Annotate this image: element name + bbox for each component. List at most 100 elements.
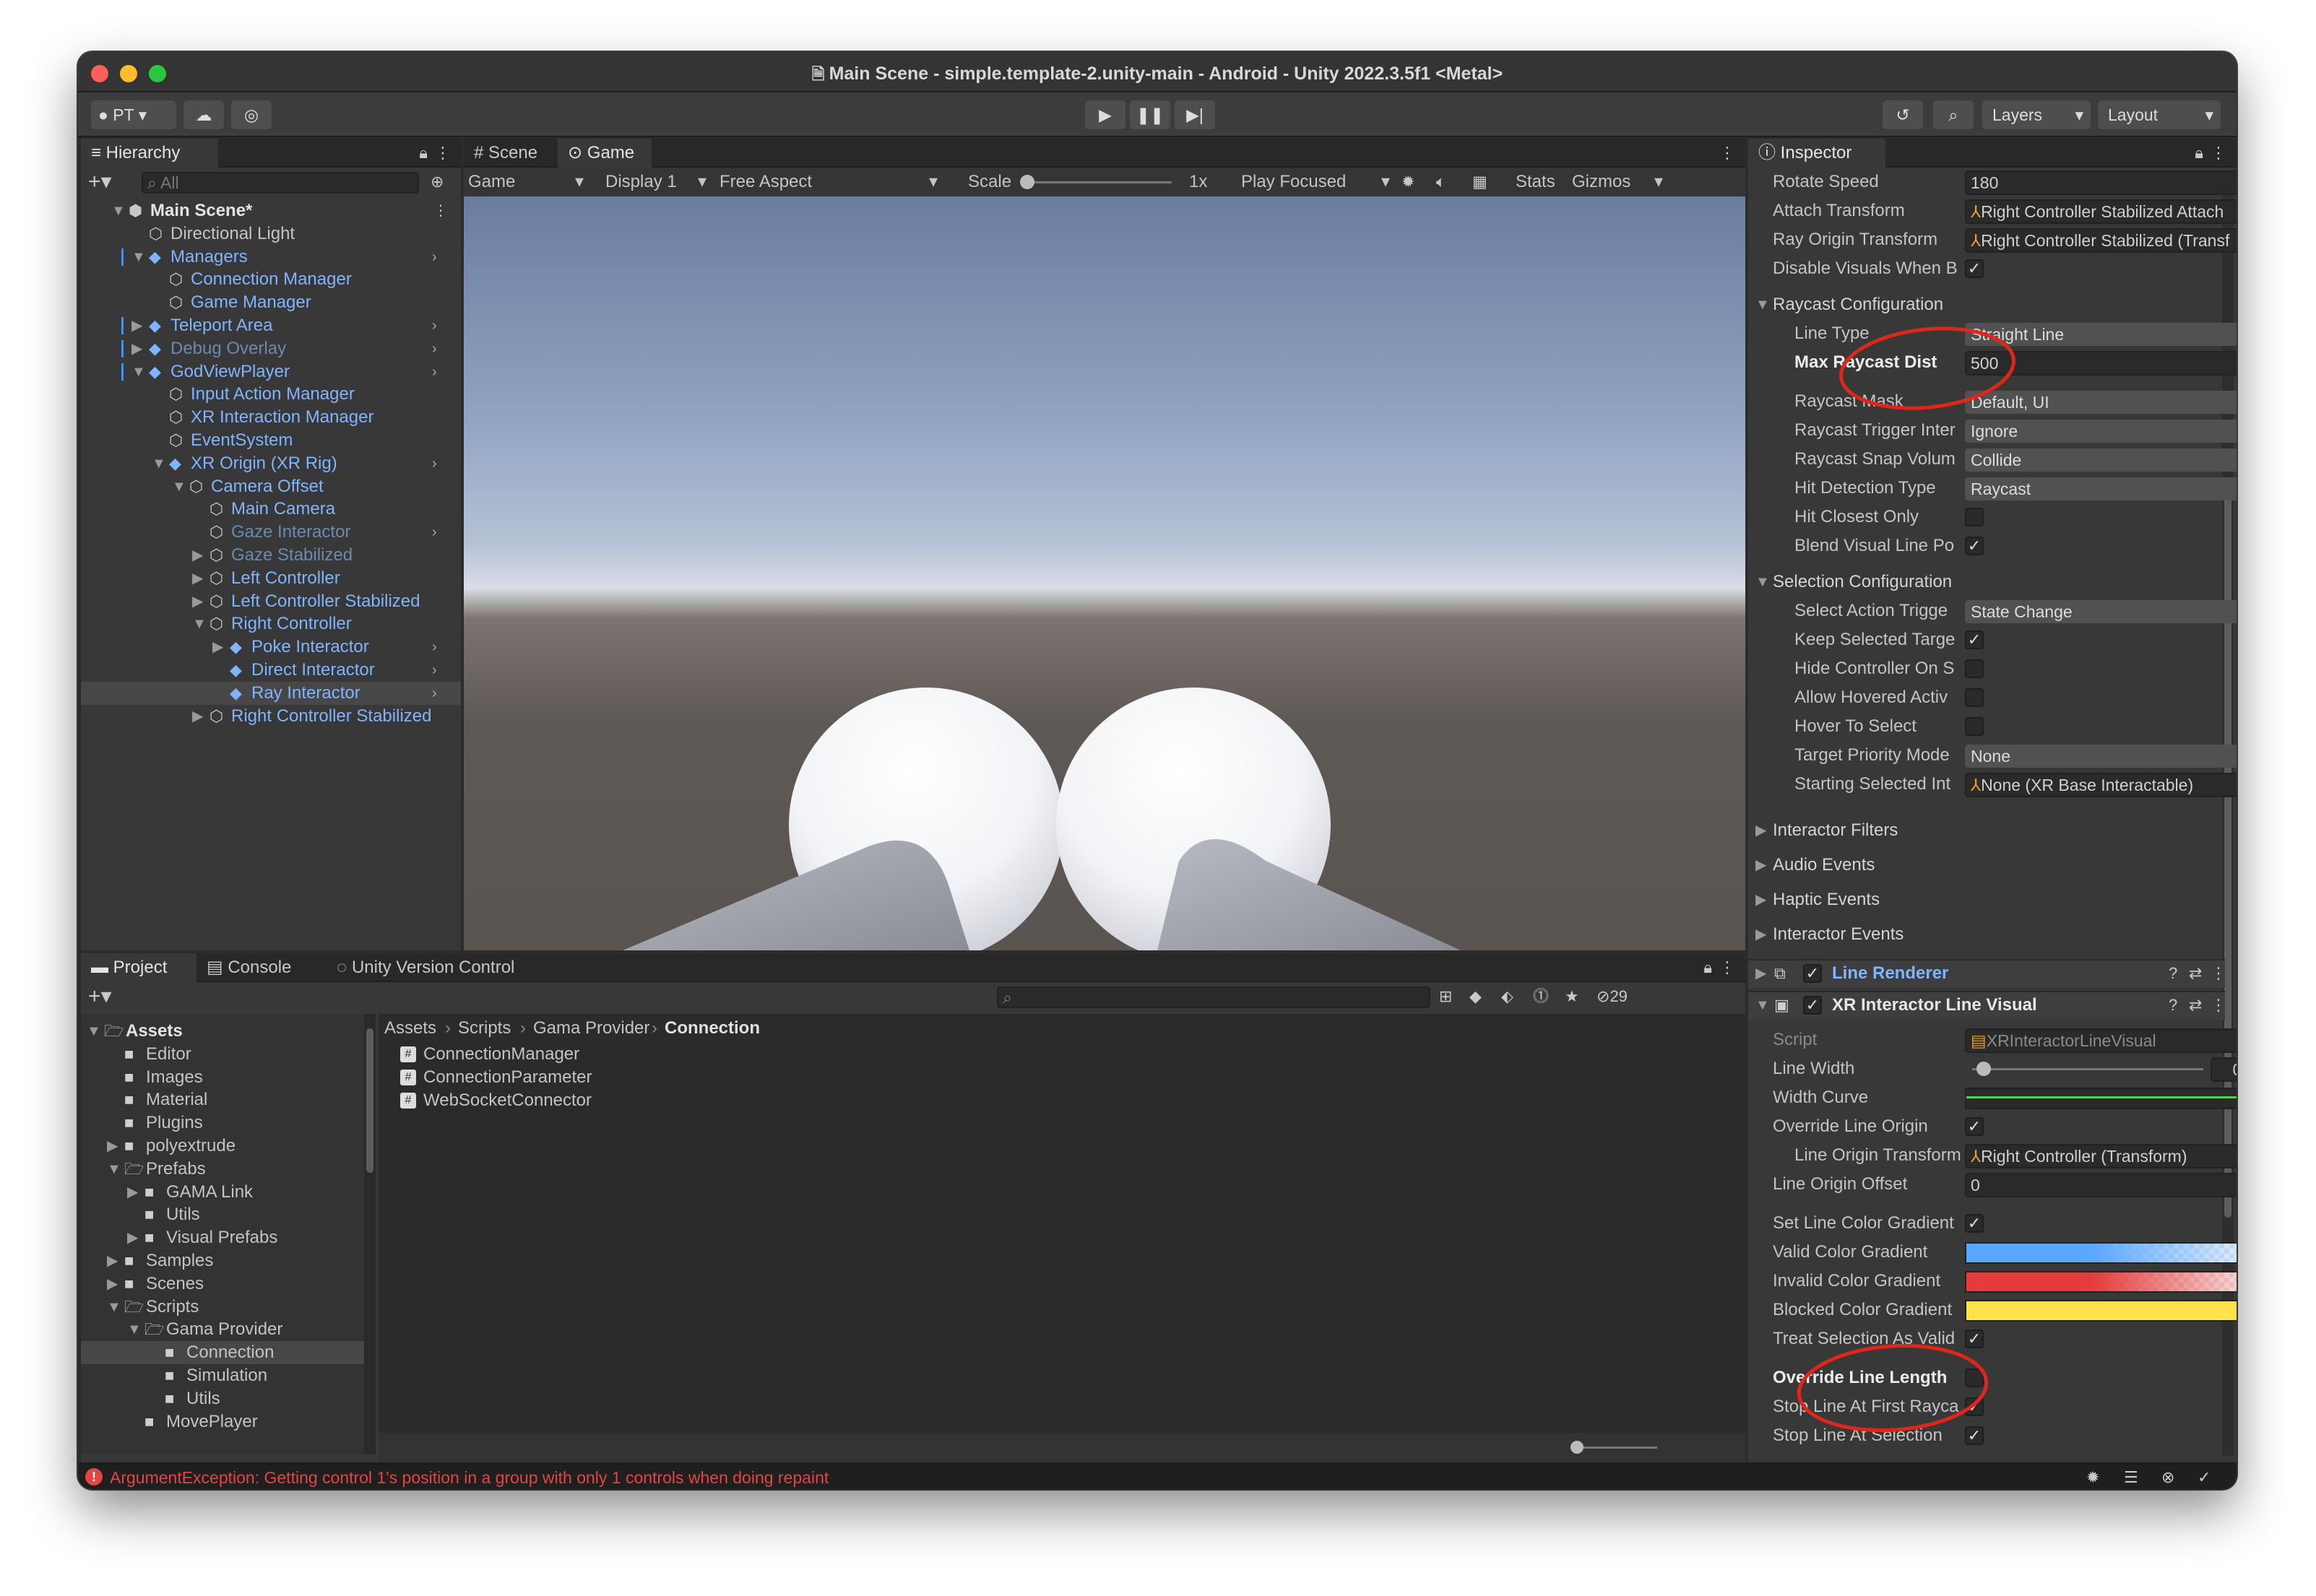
game-viewport[interactable]	[464, 196, 1745, 950]
chevron-right-icon[interactable]: ›	[432, 314, 437, 337]
hierarchy-item[interactable]: ▼ ⬡ Camera Offset	[81, 475, 461, 498]
color-gradient-field[interactable]	[1965, 1300, 2237, 1322]
hierarchy-item[interactable]: ▶ ◆ Teleport Area ›	[81, 314, 461, 337]
cloud-button[interactable]: ☁	[183, 100, 224, 129]
folder-item[interactable]: ▼ 🗁︎ Gama Provider	[81, 1318, 364, 1341]
hierarchy-item[interactable]: ▶ ⬡ Left Controller	[81, 567, 461, 590]
breadcrumb-scripts[interactable]: Scripts	[458, 1017, 511, 1040]
folder-item[interactable]: ▼ 🗁︎ Assets	[81, 1020, 364, 1043]
chevron-right-icon[interactable]: ›	[432, 682, 437, 705]
breadcrumb-connection[interactable]: Connection	[665, 1017, 760, 1040]
section-label[interactable]: Interactor Events	[1773, 923, 1904, 946]
expanded-arrow-icon[interactable]: ▼	[1755, 994, 1770, 1017]
favorite-icon[interactable]: ★	[1565, 985, 1579, 1008]
section-label[interactable]: Audio Events	[1773, 854, 1875, 877]
folder-item[interactable]: ■ Utils	[81, 1387, 364, 1410]
object-field[interactable]: ⅄Right Controller Stabilized (Transf	[1965, 228, 2237, 253]
checkbox[interactable]: ✓	[1965, 1214, 1984, 1233]
chevron-right-icon[interactable]: ›	[432, 360, 437, 383]
hierarchy-item[interactable]: ⬡ Connection Manager	[81, 268, 461, 291]
folder-item[interactable]: ▼ 🗁︎ Scripts	[81, 1296, 364, 1319]
lock-icon[interactable]: 🔒︎	[2195, 142, 2203, 165]
create-button[interactable]: +▾	[88, 985, 112, 1008]
hierarchy-item[interactable]: ⬡ Gaze Interactor ›	[81, 521, 461, 544]
checkbox[interactable]	[1965, 659, 1984, 678]
layers-dropdown[interactable]: Layers ▾	[1982, 100, 2091, 129]
lock-icon[interactable]: 🔒︎	[419, 142, 428, 165]
collapsed-arrow-icon[interactable]: ▶	[107, 1249, 118, 1272]
help-icon[interactable]: ?	[2169, 994, 2177, 1017]
collapsed-arrow-icon[interactable]: ▶	[131, 314, 142, 337]
presets-icon[interactable]: ⇄	[2189, 962, 2202, 985]
collapsed-arrow-icon[interactable]: ▶	[1755, 819, 1766, 842]
hierarchy-item[interactable]: ▶ ◆ Debug Overlay ›	[81, 337, 461, 360]
folder-item[interactable]: ■ Utils	[81, 1203, 364, 1226]
object-field[interactable]: ▤XRInteractorLineVisual	[1965, 1028, 2237, 1053]
chevron-right-icon[interactable]: ›	[432, 659, 437, 682]
collapsed-arrow-icon[interactable]: ▶	[212, 636, 223, 659]
expanded-arrow-icon[interactable]: ▼	[111, 199, 126, 222]
folder-item[interactable]: ■ Simulation	[81, 1364, 364, 1387]
folder-item[interactable]: ■ Editor	[81, 1043, 364, 1066]
hierarchy-item[interactable]: ⬡ Main Camera	[81, 498, 461, 521]
object-field[interactable]: ⅄Right Controller Stabilized Attach	[1965, 199, 2237, 224]
icon-size-handle[interactable]	[1570, 1441, 1583, 1454]
folder-item[interactable]: ■ Material	[81, 1088, 364, 1111]
collab-button[interactable]: ◎	[231, 100, 272, 129]
stats-button[interactable]: Stats	[1516, 170, 1555, 194]
value-dropdown[interactable]: None	[1965, 745, 2237, 768]
checkbox[interactable]: ✓	[1965, 537, 1984, 555]
script-file-item[interactable]: # ConnectionManager	[400, 1043, 689, 1066]
folder-item[interactable]: ▶ ■ GAMA Link	[81, 1181, 364, 1204]
add-button[interactable]: +▾	[88, 170, 112, 194]
more-icon[interactable]: ⋮	[1719, 956, 1735, 979]
line-width-slider-track[interactable]	[1972, 1068, 2203, 1070]
search-by-label-icon[interactable]: ◆	[1469, 985, 1482, 1008]
scale-slider-handle[interactable]	[1020, 175, 1034, 189]
script-file-item[interactable]: # ConnectionParameter	[400, 1066, 689, 1089]
checkbox[interactable]	[1965, 717, 1984, 736]
warning-filter-icon[interactable]: ⓵	[1533, 985, 1549, 1008]
folder-item[interactable]: ▶ ■ Scenes	[81, 1272, 364, 1296]
collapsed-arrow-icon[interactable]: ▶	[107, 1272, 118, 1296]
component-enabled-checkbox[interactable]: ✓	[1803, 964, 1822, 983]
presets-icon[interactable]: ⇄	[2189, 994, 2202, 1017]
checkbox[interactable]: ✓	[1965, 1117, 1984, 1136]
stack-icon[interactable]: ☰	[2124, 1466, 2138, 1489]
tab-version-control[interactable]: ◌ Unity Version Control	[327, 953, 565, 982]
aspect-dropdown[interactable]: Free Aspect ▾	[720, 170, 943, 194]
step-button[interactable]: ▶|	[1175, 100, 1215, 129]
expanded-arrow-icon[interactable]: ▼	[127, 1318, 142, 1341]
hierarchy-item[interactable]: ▼ ⬢ Main Scene* ⋮	[81, 199, 461, 222]
folder-item[interactable]: ▶ ■ Visual Prefabs	[81, 1226, 364, 1249]
auto-refresh-icon[interactable]: ⊗	[2161, 1466, 2174, 1489]
expanded-arrow-icon[interactable]: ▼	[107, 1158, 121, 1181]
hierarchy-item[interactable]: ⬡ EventSystem	[81, 429, 461, 452]
value-input[interactable]: 180	[1965, 170, 2237, 195]
value-dropdown[interactable]: Raycast	[1965, 477, 2237, 500]
more-icon[interactable]: ⋮	[435, 142, 451, 165]
hierarchy-item[interactable]: ◆ Ray Interactor ›	[81, 681, 461, 705]
checkbox[interactable]: ✓	[1965, 630, 1984, 649]
hierarchy-item[interactable]: ⬡ Directional Light	[81, 222, 461, 246]
tab-scene[interactable]: # Scene	[464, 139, 558, 168]
expanded-arrow-icon[interactable]: ▼	[131, 360, 146, 383]
collapsed-arrow-icon[interactable]: ▶	[1755, 888, 1766, 911]
folder-item[interactable]: ■ Connection	[81, 1341, 364, 1365]
object-field[interactable]: ⅄Right Controller (Transform)	[1965, 1144, 2237, 1168]
value-dropdown[interactable]: Collide	[1965, 448, 2237, 472]
folder-item[interactable]: ■ MovePlayer	[81, 1410, 364, 1434]
checkbox[interactable]: ✓	[1965, 1426, 1984, 1445]
tree-scrollbar[interactable]	[364, 1014, 376, 1454]
hierarchy-search-input[interactable]: ⌕ All	[142, 172, 419, 194]
hierarchy-item[interactable]: ⬡ XR Interaction Manager	[81, 406, 461, 429]
section-label[interactable]: Haptic Events	[1773, 888, 1880, 911]
display-dropdown[interactable]: Display 1 ▾	[605, 170, 714, 194]
debug-icon[interactable]: ✹	[2086, 1466, 2099, 1489]
value-input[interactable]: 0	[1965, 1173, 2237, 1197]
expanded-arrow-icon[interactable]: ▼	[131, 246, 146, 269]
section-label[interactable]: Interactor Filters	[1773, 819, 1898, 842]
width-curve-field[interactable]	[1965, 1088, 2237, 1109]
value-input[interactable]: 500	[1965, 351, 2237, 376]
line-width-slider-handle[interactable]	[1976, 1062, 1992, 1076]
